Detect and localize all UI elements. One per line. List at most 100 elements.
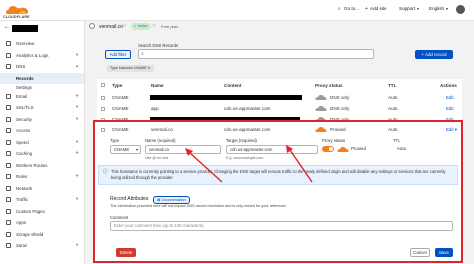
delete-button[interactable]: Delete [116,248,136,257]
column-actions: Actions [440,83,457,88]
edit-row-edit-link[interactable]: Edit ▾ [446,127,457,133]
search-icon: ⌕ [141,51,144,57]
sidebar-item-label: Speed [16,139,29,145]
sidebar-item-workers-routes[interactable]: Workers Routes [0,160,84,171]
row-checkbox[interactable] [101,96,105,100]
documentation-label: Documentation [161,198,186,202]
redacted-value [150,95,302,100]
search-input[interactable]: ⌕ [138,49,374,59]
sidebar-item-label: Network [16,185,33,191]
sidebar-item-zaraz[interactable]: Zaraz ▾ [0,240,84,251]
select-all-checkbox[interactable] [101,83,105,87]
language-menu[interactable]: English ▾ [429,4,451,14]
edit-link-label: Edit [446,127,454,132]
column-proxy-status: Proxy status [315,83,343,88]
add-record-button[interactable]: + Add record [415,50,453,59]
close-icon[interactable]: ✕ [148,66,151,70]
target-field[interactable]: cdn.us-appmaster.com [226,145,318,154]
cancel-button[interactable]: Cancel [410,248,430,257]
domain-name: venmail.co [99,24,123,30]
user-avatar-icon[interactable] [456,5,465,14]
save-button[interactable]: Save [435,248,453,257]
row-type: CNAME [112,95,129,100]
type-select[interactable]: CNAME ▾ [110,145,141,154]
sidebar-item-network[interactable]: Network [0,183,84,194]
edit-row-proxy: Proxied [330,127,346,132]
add-filter-label: Add filter [109,52,127,57]
row-checkbox[interactable] [101,107,105,111]
sidebar-item-caching[interactable]: Caching ▾ [0,148,84,159]
sidebar-item-traffic[interactable]: Traffic ▾ [0,194,84,205]
comment-placeholder: Enter your comment here (up to 100 chara… [114,223,205,228]
back-arrow-icon[interactable]: ← [4,24,10,30]
zaraz-icon [6,243,11,248]
proxy-toggle[interactable] [322,146,334,152]
star-badge-icon: ☆ [152,23,157,29]
sidebar-item-overview[interactable]: Overview [0,38,84,49]
row-type: CNAME [112,106,129,111]
goto-button[interactable]: ⌕ Go to... [338,4,360,14]
column-ttl[interactable]: TTL [388,83,396,88]
access-icon [6,128,11,133]
provider-notice: ⓘ This hostname is currently pointing to… [98,165,458,185]
name-field[interactable]: venmail.co [145,145,221,154]
filter-chip[interactable]: Type inclusion CNAME ✕ [107,65,154,72]
globe-icon [89,23,95,29]
add-filter-button[interactable]: Add filter [105,50,131,59]
sidebar-item-custom-pages[interactable]: Custom Pages [0,206,84,217]
column-type[interactable]: Type [112,83,122,88]
star-icon[interactable]: ☆ [122,23,128,29]
chevron-down-icon: ▾ [76,138,79,144]
sidebar-item-label: Access [16,128,31,133]
mail-icon [6,93,11,99]
toggle-knob [329,147,333,151]
sidebar-item-apps[interactable]: Apps [0,217,84,228]
row-edit-link[interactable]: Edit [446,95,454,100]
chevron-down-icon: ▾ [76,196,79,201]
record-attributes-title: Record Attributes [110,196,149,202]
delete-label: Delete [119,250,133,255]
ttl-label: TTL [393,138,401,143]
shield-icon [6,116,11,122]
name-label: Name (required) [145,138,176,143]
row-edit-link[interactable]: Edit [446,106,454,111]
language-label: English [429,6,445,11]
comment-field[interactable]: Enter your comment here (up to 100 chara… [110,221,453,231]
row-ttl: Auto [388,95,398,100]
proxied-cloud-icon [337,147,349,152]
lock-icon [6,105,11,110]
sidebar-item-security[interactable]: Security ▾ [0,114,84,125]
documentation-link[interactable]: ▤ Documentation [153,196,190,204]
row-ttl: Auto [388,106,398,111]
proxy-status-value: Proxied [351,146,366,151]
edit-row-ttl: Auto [388,127,398,132]
sidebar-item-dns[interactable]: DNS ▴ [0,61,84,72]
sidebar-item-speed[interactable]: Speed ▾ [0,137,84,148]
account-name-redacted[interactable] [12,25,38,32]
support-menu[interactable]: Support ▾ [399,4,423,14]
add-site-button[interactable]: + Add site [365,4,393,14]
chevron-down-icon: ▾ [76,242,79,247]
ttl-value: Auto [397,146,407,151]
sidebar-item-access[interactable]: Access [0,125,84,136]
sidebar-item-label: Email [16,93,27,99]
sidebar-item-email[interactable]: Email ▾ [0,91,84,102]
row-checkbox[interactable] [101,128,105,132]
chevron-down-icon: ▾ [446,6,449,11]
column-name[interactable]: Name [151,83,164,88]
chevron-down-icon: ▾ [76,51,79,57]
target-label: Target (required) [226,138,257,143]
traffic-icon [6,197,11,202]
sidebar-item-rules[interactable]: Rules ▾ [0,171,84,182]
plus-icon: + [365,6,368,12]
goto-label: Go to... [344,6,360,11]
add-record-label: Add record [425,52,447,57]
type-select-value: CNAME [114,147,130,152]
column-content[interactable]: Content [224,83,241,88]
plan-badge: Free plan [161,24,178,29]
sidebar-item-scrape-shield[interactable]: Scrape Shield [0,229,84,240]
chevron-down-icon: ▾ [76,173,79,178]
sidebar-item-ssl-tls[interactable]: SSL/TLS ▾ [0,102,84,113]
cache-icon [6,151,11,156]
sidebar-item-analytics-logs[interactable]: Analytics & Logs ▾ [0,50,84,61]
